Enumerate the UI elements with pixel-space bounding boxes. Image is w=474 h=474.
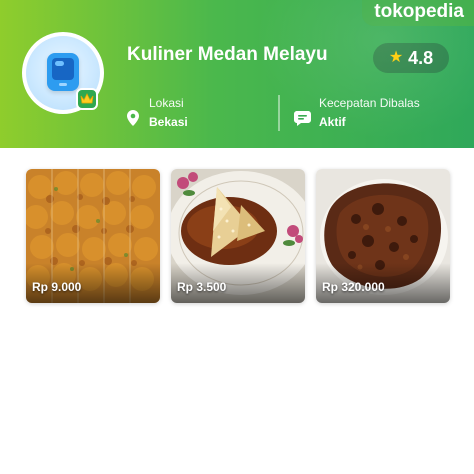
location-label: Lokasi xyxy=(149,96,184,110)
response-value: Aktif xyxy=(319,115,346,129)
info-divider xyxy=(278,95,280,131)
power-merchant-badge-icon xyxy=(76,88,98,110)
response-info: Kecepatan Dibalas Aktif xyxy=(319,96,420,129)
location-pin-icon xyxy=(127,110,139,126)
device-icon xyxy=(47,53,79,91)
brand-logo: tokopedia xyxy=(362,0,474,26)
shop-avatar[interactable] xyxy=(22,32,104,114)
shop-header: tokopedia Kuliner Medan Melayu ★ 4.8 Lok… xyxy=(0,0,474,148)
product-card[interactable]: Rp 320.000 xyxy=(316,169,450,303)
response-label: Kecepatan Dibalas xyxy=(319,96,420,110)
product-card[interactable]: Rp 9.000 xyxy=(26,169,160,303)
chat-bubble-icon xyxy=(294,111,311,126)
rating-badge: ★ 4.8 xyxy=(373,43,449,73)
product-price: Rp 9.000 xyxy=(32,280,82,294)
product-card[interactable]: Rp 3.500 xyxy=(171,169,305,303)
location-info: Lokasi Bekasi xyxy=(149,96,188,129)
rating-value: 4.8 xyxy=(408,47,434,68)
star-icon: ★ xyxy=(388,49,404,66)
product-price: Rp 3.500 xyxy=(177,280,227,294)
shop-name[interactable]: Kuliner Medan Melayu xyxy=(127,44,328,66)
product-price: Rp 320.000 xyxy=(322,280,385,294)
location-value: Bekasi xyxy=(149,115,188,129)
product-grid: Rp 9.000 Rp 3.500 Rp 320.000 xyxy=(26,169,450,303)
